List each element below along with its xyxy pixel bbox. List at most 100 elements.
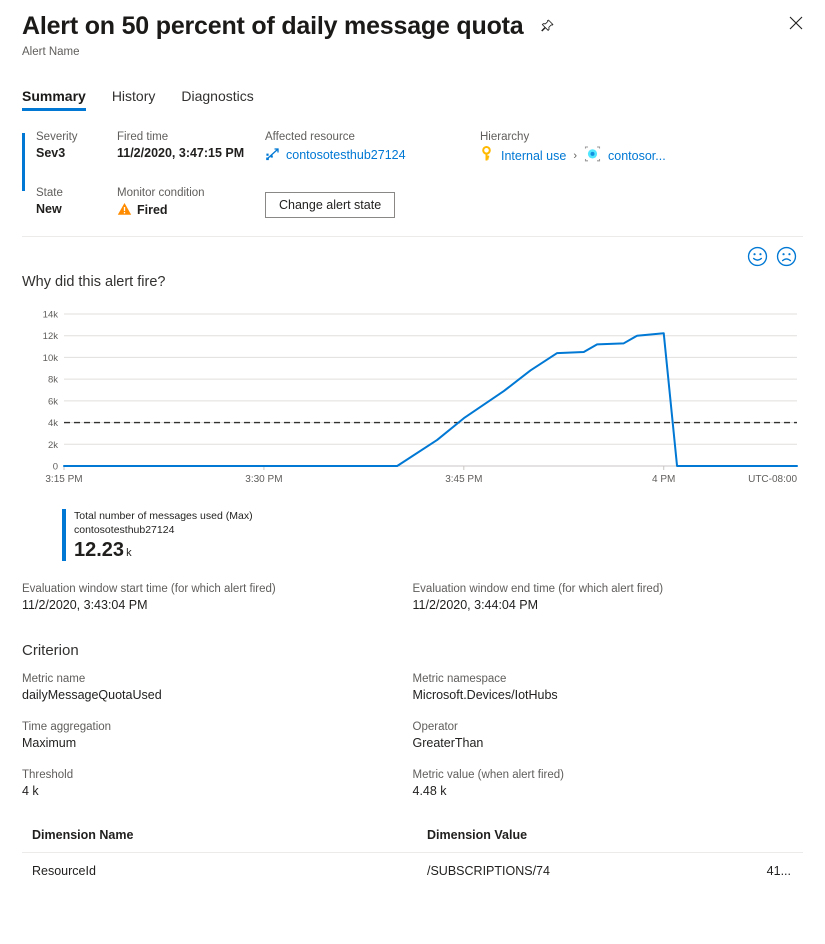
fired-time-field: Fired time 11/2/2020, 3:47:15 PM: [117, 131, 265, 167]
summary-facts: Severity Sev3 Fired time 11/2/2020, 3:47…: [22, 131, 803, 219]
state-value: New: [36, 202, 117, 216]
page-title: Alert on 50 percent of daily message quo…: [22, 12, 523, 41]
severity-label: Severity: [36, 131, 117, 143]
metric-name-label: Metric name: [22, 673, 413, 685]
warning-icon: [117, 202, 132, 219]
hierarchy-item-resource[interactable]: contosor...: [608, 149, 666, 163]
metric-value-field: Metric value (when alert fired) 4.48 k: [413, 769, 804, 798]
monitor-condition-label: Monitor condition: [117, 187, 265, 199]
metric-name-field: Metric name dailyMessageQuotaUsed: [22, 673, 413, 702]
metric-namespace-value: Microsoft.Devices/IotHubs: [413, 688, 804, 702]
svg-text:14k: 14k: [43, 309, 59, 320]
title-row: Alert on 50 percent of daily message quo…: [22, 12, 803, 41]
legend-value: 12.23k: [74, 539, 253, 561]
fired-time-label: Fired time: [117, 131, 265, 143]
metric-value-label: Metric value (when alert fired): [413, 769, 804, 781]
pin-icon[interactable]: [539, 19, 554, 39]
time-aggregation-field: Time aggregation Maximum: [22, 721, 413, 750]
legend-resource-name: contosotesthub27124: [74, 523, 253, 537]
svg-text:2k: 2k: [48, 440, 58, 451]
threshold-value: 4 k: [22, 784, 413, 798]
metric-value-value: 4.48 k: [413, 784, 804, 798]
dimension-table: Dimension Name Dimension Value ResourceI…: [22, 822, 803, 888]
threshold-label: Threshold: [22, 769, 413, 781]
severity-value: Sev3: [36, 146, 117, 160]
dimension-value-cell: /SUBSCRIPTIONS/74: [427, 864, 733, 878]
dimension-name-cell: ResourceId: [32, 864, 427, 878]
criterion-row: Metric name dailyMessageQuotaUsed Metric…: [22, 673, 803, 702]
metric-name-value: dailyMessageQuotaUsed: [22, 688, 413, 702]
svg-text:4 PM: 4 PM: [652, 474, 675, 485]
legend-value-unit: k: [126, 547, 132, 559]
svg-text:12k: 12k: [43, 331, 59, 342]
svg-text:6k: 6k: [48, 396, 58, 407]
iot-hub-icon: [265, 146, 281, 165]
operator-field: Operator GreaterThan: [413, 721, 804, 750]
tab-diagnostics[interactable]: Diagnostics: [181, 88, 253, 111]
monitor-condition-field: Monitor condition Fired: [117, 187, 265, 219]
svg-text:0: 0: [53, 461, 58, 472]
chart-heading: Why did this alert fire?: [22, 274, 803, 290]
svg-text:10k: 10k: [43, 353, 59, 364]
criterion-heading: Criterion: [22, 642, 803, 659]
threshold-field: Threshold 4 k: [22, 769, 413, 798]
key-icon: [480, 146, 494, 167]
svg-text:3:30 PM: 3:30 PM: [245, 474, 282, 485]
evaluation-end-label: Evaluation window end time (for which al…: [413, 583, 804, 595]
column-header-spacer: [733, 828, 803, 842]
chart-legend: Total number of messages used (Max) cont…: [62, 509, 803, 561]
hierarchy-breadcrumb: Internal use › contosor...: [480, 146, 803, 167]
svg-text:8k: 8k: [48, 374, 58, 385]
feedback-controls: [0, 237, 825, 272]
fired-time-value: 11/2/2020, 3:47:15 PM: [117, 146, 265, 160]
operator-label: Operator: [413, 721, 804, 733]
state-label: State: [36, 187, 117, 199]
smiley-happy-icon[interactable]: [747, 246, 768, 272]
legend-color-swatch: [62, 509, 66, 561]
evaluation-window: Evaluation window start time (for which …: [22, 583, 803, 612]
svg-text:3:45 PM: 3:45 PM: [445, 474, 482, 485]
tab-summary[interactable]: Summary: [22, 88, 86, 111]
time-aggregation-label: Time aggregation: [22, 721, 413, 733]
smiley-sad-icon[interactable]: [776, 246, 797, 272]
affected-resource-value[interactable]: contosotesthub27124: [265, 146, 480, 165]
column-header-dimension-name: Dimension Name: [32, 828, 427, 842]
criterion-grid: Metric name dailyMessageQuotaUsed Metric…: [22, 673, 803, 798]
operator-value: GreaterThan: [413, 736, 804, 750]
evaluation-end-value: 11/2/2020, 3:44:04 PM: [413, 598, 804, 612]
page-header: Alert on 50 percent of daily message quo…: [0, 0, 825, 58]
monitor-condition-text: Fired: [137, 203, 168, 217]
evaluation-start-value: 11/2/2020, 3:43:04 PM: [22, 598, 413, 612]
affected-resource-name: contosotesthub27124: [286, 148, 406, 162]
hierarchy-field: Hierarchy Internal use ›: [480, 131, 803, 167]
dimension-extra-cell: 41...: [733, 864, 803, 878]
page-subtitle: Alert Name: [22, 46, 803, 58]
change-alert-state-button[interactable]: Change alert state: [265, 192, 395, 218]
close-button[interactable]: [781, 8, 811, 38]
criterion-row: Time aggregation Maximum Operator Greate…: [22, 721, 803, 750]
metric-chart: 02k4k6k8k10k12k14k3:15 PM3:30 PM3:45 PM4…: [22, 306, 803, 561]
affected-resource-label: Affected resource: [265, 131, 480, 143]
table-row[interactable]: ResourceId /SUBSCRIPTIONS/74 41...: [22, 853, 803, 888]
time-aggregation-value: Maximum: [22, 736, 413, 750]
affected-resource-field: Affected resource contosotesthub27124: [265, 131, 480, 167]
chevron-right-icon: ›: [573, 150, 577, 162]
summary-row-1: Severity Sev3 Fired time 11/2/2020, 3:47…: [36, 131, 803, 167]
monitor-condition-value: Fired: [117, 202, 265, 219]
state-field: State New: [36, 187, 117, 219]
evaluation-start: Evaluation window start time (for which …: [22, 583, 413, 612]
tab-history[interactable]: History: [112, 88, 156, 111]
severity-accent-bar: [22, 133, 25, 191]
metric-namespace-label: Metric namespace: [413, 673, 804, 685]
svg-text:UTC-08:00: UTC-08:00: [748, 474, 797, 485]
hierarchy-label: Hierarchy: [480, 131, 803, 143]
dimension-table-header: Dimension Name Dimension Value: [22, 822, 803, 853]
chart-canvas: 02k4k6k8k10k12k14k3:15 PM3:30 PM3:45 PM4…: [22, 306, 803, 496]
hierarchy-item-internal-use[interactable]: Internal use: [501, 149, 566, 163]
svg-text:4k: 4k: [48, 418, 58, 429]
legend-series-name: Total number of messages used (Max): [74, 509, 253, 523]
resource-group-icon: [584, 146, 601, 167]
column-header-dimension-value: Dimension Value: [427, 828, 733, 842]
legend-value-number: 12.23: [74, 539, 124, 561]
evaluation-end: Evaluation window end time (for which al…: [413, 583, 804, 612]
